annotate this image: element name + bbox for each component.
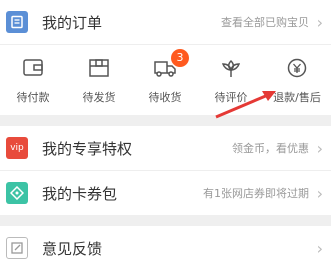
flower-icon [219,57,243,79]
package-icon [87,57,111,79]
feedback-icon [6,237,28,259]
pending-receipt-badge: 3 [171,49,189,67]
tab-label: 待评价 [214,91,248,104]
truck-icon: 3 [153,49,189,79]
chevron-right-icon: › [316,183,323,203]
tab-refund-after-sales[interactable]: 退款/售后 [264,45,330,115]
coupon-wallet-subtitle: 有1张网店券即将过期 [203,187,309,200]
chevron-right-icon: › [316,238,323,258]
coupon-wallet-row[interactable]: 我的卡券包 有1张网店券即将过期 › [0,171,331,215]
coupon-icon [6,182,28,204]
wallet-icon [21,57,45,79]
vip-privileges-row[interactable]: vip 我的专享特权 领金币，看优惠 › [0,126,331,170]
tab-label: 退款/售后 [273,91,321,104]
tab-pending-receipt[interactable]: 3 待收货 [132,45,198,115]
my-orders-row[interactable]: 我的订单 查看全部已购宝贝 › [0,0,331,44]
my-orders-title: 我的订单 [42,13,103,32]
order-status-tabs: 待付款 待发货 3 待收货 待评价 退款/售后 [0,45,331,115]
tab-pending-shipment[interactable]: 待发货 [66,45,132,115]
coupon-wallet-title: 我的卡券包 [42,184,118,203]
chevron-right-icon: › [316,12,323,32]
feedback-row[interactable]: 意见反馈 › [0,226,331,262]
vip-privileges-title: 我的专享特权 [42,139,133,158]
tab-label: 待付款 [16,91,50,104]
chevron-right-icon: › [316,138,323,158]
tab-label: 待发货 [82,91,116,104]
order-list-icon [6,11,28,33]
tab-label: 待收货 [148,91,182,104]
tab-pending-review[interactable]: 待评价 [198,45,264,115]
tab-pending-payment[interactable]: 待付款 [0,45,66,115]
feedback-title: 意见反馈 [42,239,103,258]
refund-icon [285,57,309,79]
vip-privileges-subtitle: 领金币，看优惠 [232,142,309,155]
view-all-orders-link[interactable]: 查看全部已购宝贝 [221,14,309,30]
vip-icon: vip [6,137,28,159]
